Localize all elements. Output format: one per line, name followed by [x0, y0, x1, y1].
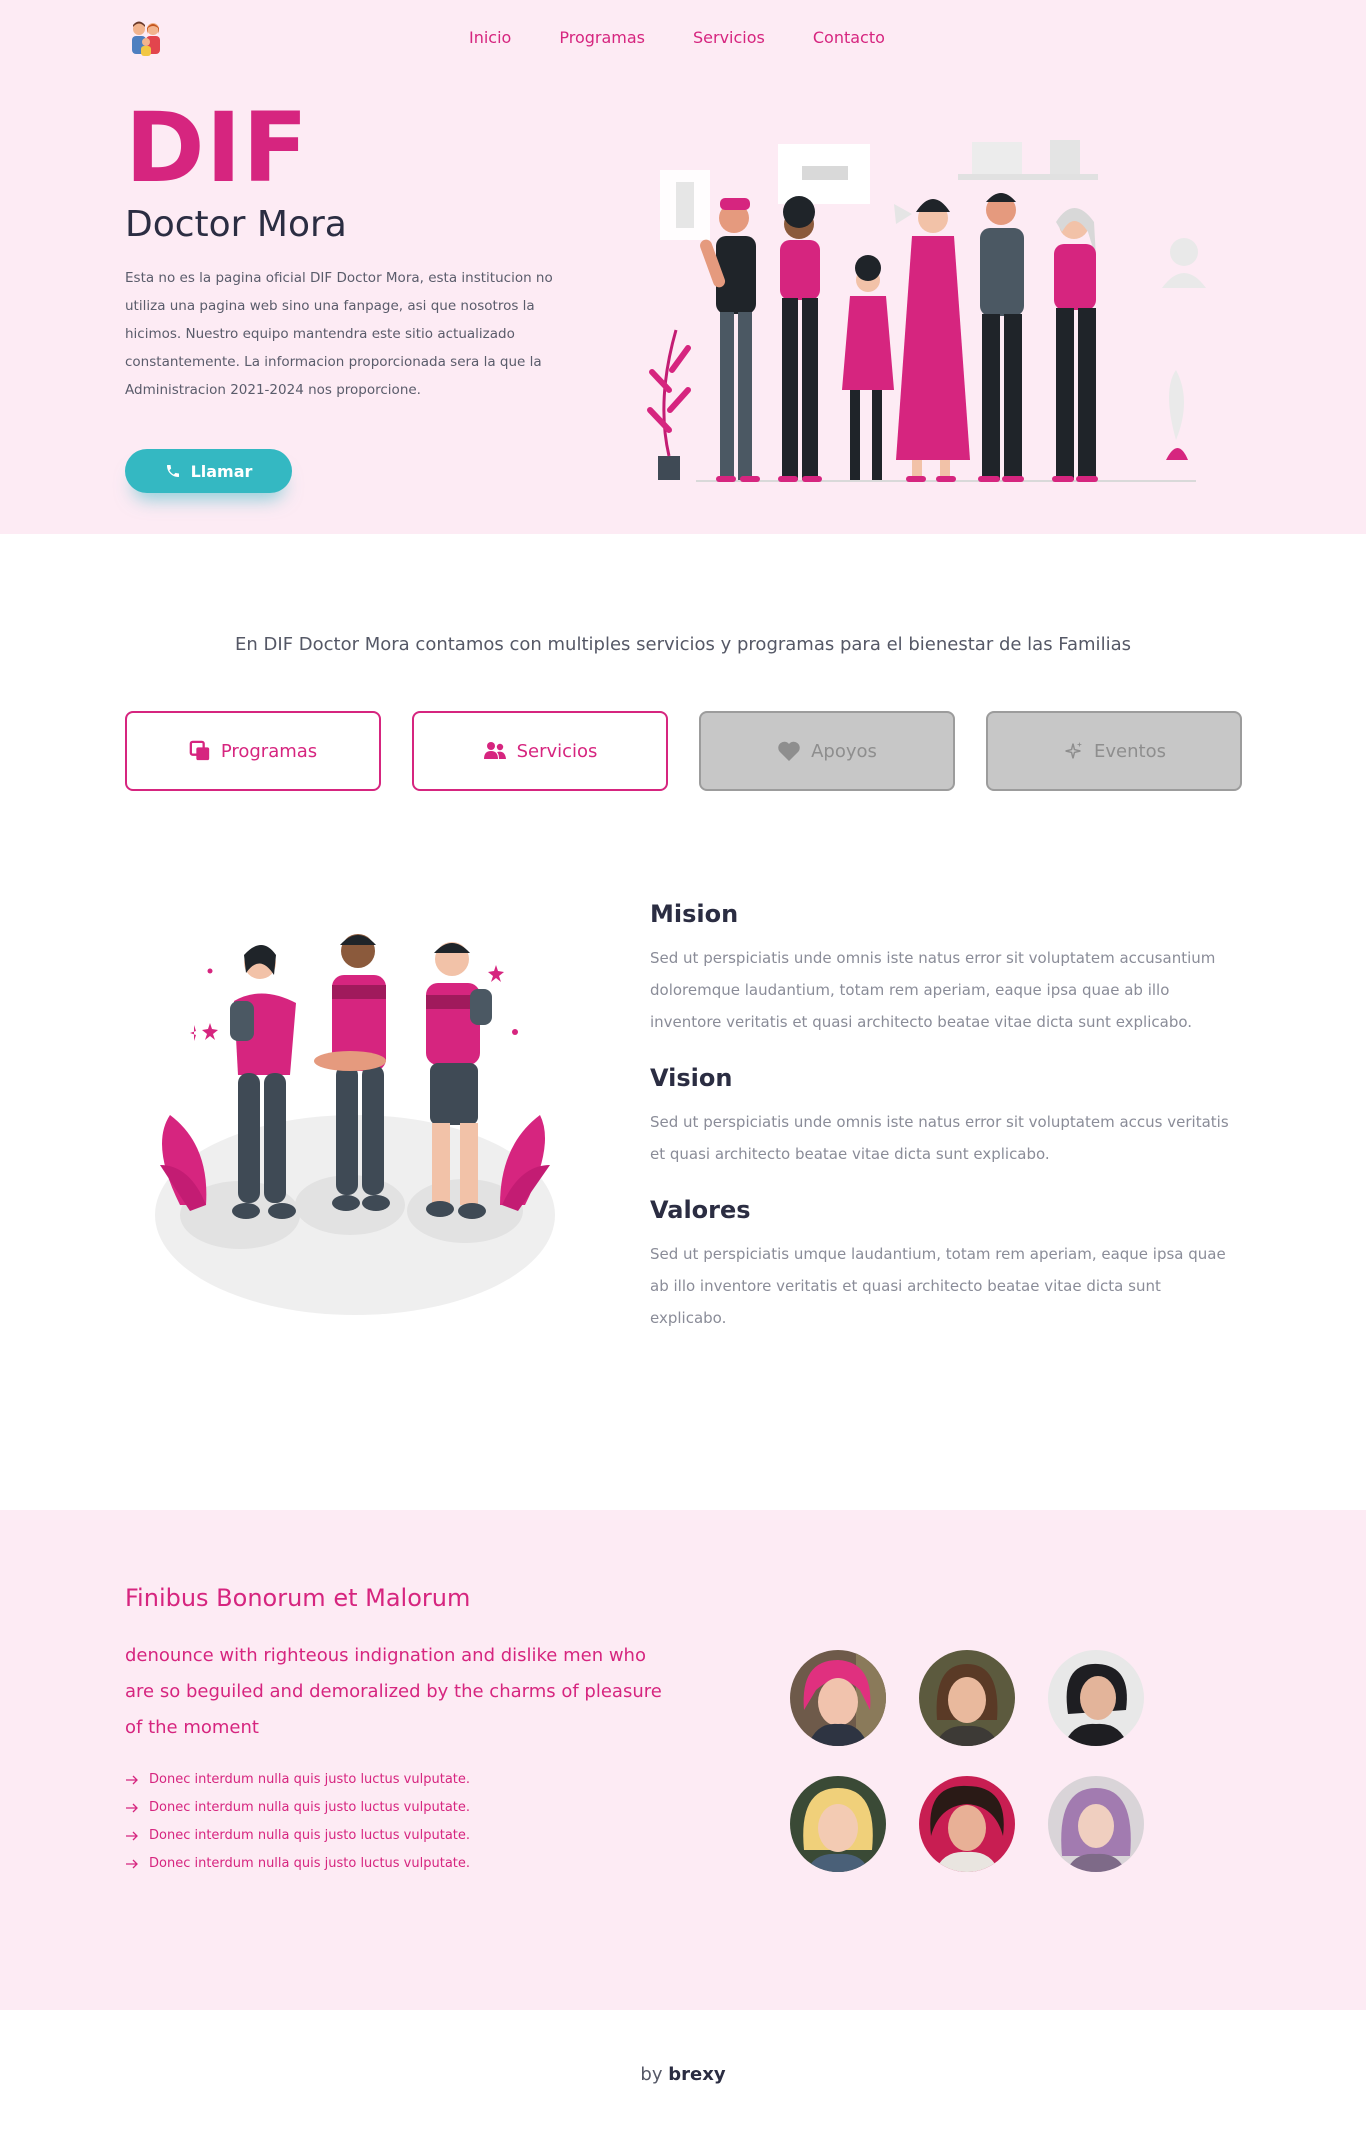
list-item-text: Donec interdum nulla quis justo luctus v… [149, 1800, 471, 1815]
about-section: Mision Sed ut perspiciatis unde omnis is… [650, 900, 1240, 1360]
call-button-label: Llamar [190, 461, 253, 481]
list-item-text: Donec interdum nulla quis justo luctus v… [149, 1856, 471, 1871]
card-servicios-label: Servicios [516, 740, 598, 762]
hero-description: Esta no es la pagina oficial DIF Doctor … [125, 270, 553, 398]
list-item-text: Donec interdum nulla quis justo luctus v… [149, 1772, 471, 1787]
arrow-right-icon [126, 1859, 138, 1869]
avatar[interactable] [1048, 1776, 1144, 1872]
hero-title: DIF [125, 92, 309, 204]
avatar[interactable] [790, 1776, 886, 1872]
team-section: Finibus Bonorum et Malorum denounce with… [0, 1510, 1366, 2010]
arrow-right-icon [126, 1803, 138, 1813]
valores-text: Sed ut perspiciatis umque laudantium, to… [650, 1245, 1226, 1327]
phone-icon [166, 465, 179, 477]
list-item-text: Donec interdum nulla quis justo luctus v… [149, 1828, 471, 1843]
sparkle-icon [1065, 741, 1083, 759]
team-lead: denounce with righteous indignation and … [125, 1645, 662, 1738]
avatar[interactable] [1048, 1650, 1144, 1746]
hero-section: Inicio Programas Servicios Contacto DIF … [0, 0, 1366, 534]
vision-title: Vision [650, 1064, 733, 1092]
card-servicios[interactable]: Servicios [412, 711, 668, 791]
vision-text: Sed ut perspiciatis unde omnis iste natu… [650, 1113, 1229, 1163]
list-item: Donec interdum nulla quis justo luctus v… [125, 1822, 470, 1850]
category-cards: Programas Servicios Apoyos Eventos [125, 711, 1242, 791]
nav-links: Inicio Programas Servicios Contacto [469, 28, 885, 47]
card-eventos[interactable]: Eventos [986, 711, 1242, 791]
footer-brand[interactable]: brexy [668, 2064, 725, 2085]
mision-text: Sed ut perspiciatis unde omnis iste natu… [650, 949, 1216, 1031]
heart-icon [778, 741, 800, 761]
arrow-right-icon [126, 1775, 138, 1785]
arrow-right-icon [126, 1831, 138, 1841]
card-apoyos-label: Apoyos [811, 740, 877, 762]
card-programas[interactable]: Programas [125, 711, 381, 791]
list-item: Donec interdum nulla quis justo luctus v… [125, 1766, 470, 1794]
team-illustration [155, 934, 555, 1315]
copy-icon [189, 740, 209, 761]
card-programas-label: Programas [220, 740, 318, 762]
users-icon [483, 742, 506, 759]
intro-text: En DIF Doctor Mora contamos con multiple… [235, 634, 1131, 655]
team-title: Finibus Bonorum et Malorum [125, 1584, 471, 1612]
nav-link-inicio[interactable]: Inicio [469, 28, 511, 47]
footer: by brexy [0, 2010, 1366, 2139]
list-item: Donec interdum nulla quis justo luctus v… [125, 1794, 470, 1822]
avatar[interactable] [919, 1650, 1015, 1746]
top-nav: Inicio Programas Servicios Contacto [125, 18, 1241, 60]
family-illustration [647, 140, 1206, 482]
card-eventos-label: Eventos [1094, 740, 1166, 762]
avatar-grid [790, 1650, 1144, 1872]
card-apoyos[interactable]: Apoyos [699, 711, 955, 791]
call-button[interactable]: Llamar [125, 449, 292, 493]
nav-link-programas[interactable]: Programas [559, 28, 645, 47]
list-item: Donec interdum nulla quis justo luctus v… [125, 1850, 470, 1878]
avatar[interactable] [919, 1776, 1015, 1872]
hero-subtitle: Doctor Mora [125, 204, 347, 245]
nav-link-contacto[interactable]: Contacto [813, 28, 885, 47]
family-icon[interactable] [125, 18, 167, 60]
nav-link-servicios[interactable]: Servicios [693, 28, 765, 47]
mision-title: Mision [650, 900, 739, 928]
valores-title: Valores [650, 1196, 751, 1224]
avatar[interactable] [790, 1650, 886, 1746]
footer-by: by [640, 2064, 663, 2085]
team-list: Donec interdum nulla quis justo luctus v… [125, 1766, 470, 1878]
